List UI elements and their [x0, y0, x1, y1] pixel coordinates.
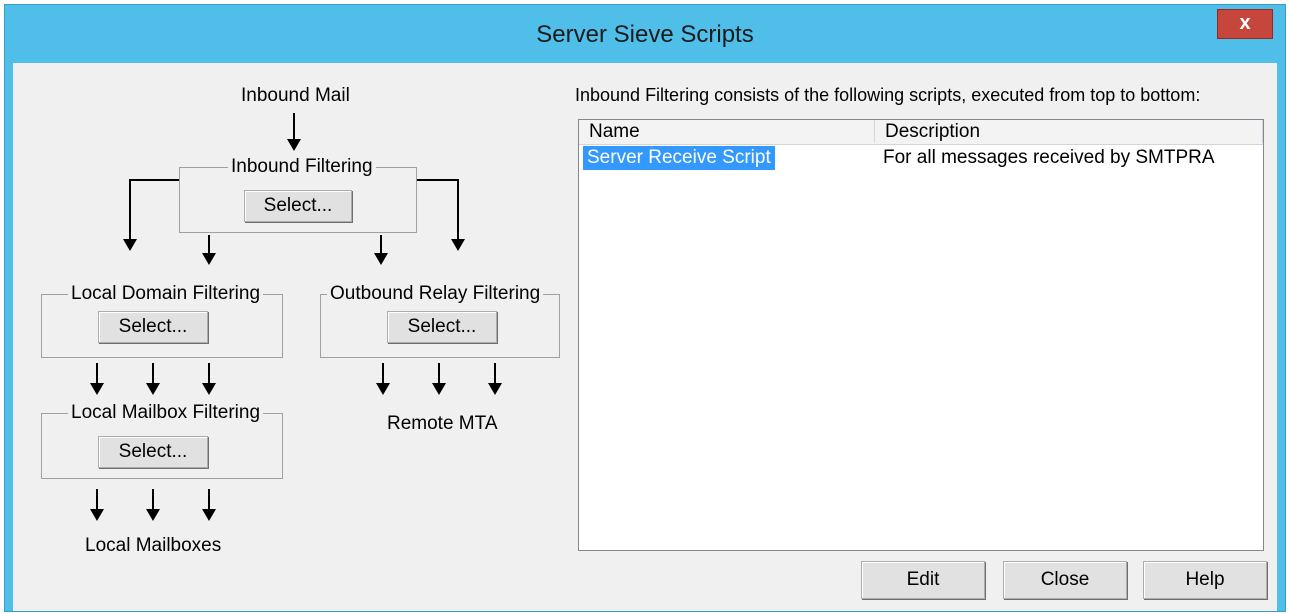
local-domain-filtering-title: Local Domain Filtering: [68, 283, 264, 305]
local-domain-filtering-select-button[interactable]: Select...: [98, 311, 208, 343]
remote-mta-label: Remote MTA: [387, 413, 498, 434]
arrow-down-icon: [374, 235, 388, 265]
arrow-down-icon: [376, 363, 390, 395]
arrow-down-icon: [123, 179, 137, 251]
arrow-down-icon: [146, 363, 160, 395]
arrow-down-icon: [202, 363, 216, 395]
dialog-window: Server Sieve Scripts x Inbound Mail Inbo…: [4, 4, 1286, 612]
outbound-relay-filtering-select-button[interactable]: Select...: [387, 311, 497, 343]
connector-line: [417, 179, 459, 181]
arrow-down-icon: [287, 113, 301, 151]
local-mailbox-filtering-group: Local Mailbox Filtering Select...: [41, 402, 283, 479]
help-button[interactable]: Help: [1143, 561, 1267, 599]
outbound-relay-filtering-title: Outbound Relay Filtering: [327, 283, 544, 305]
inbound-mail-label: Inbound Mail: [241, 85, 350, 106]
close-icon: x: [1239, 12, 1251, 34]
edit-button[interactable]: Edit: [861, 561, 985, 599]
column-header-description[interactable]: Description: [875, 120, 1263, 143]
connector-line: [129, 179, 179, 181]
inbound-filtering-group: Inbound Filtering Select...: [179, 156, 417, 233]
local-mailbox-filtering-title: Local Mailbox Filtering: [68, 402, 264, 424]
local-mailboxes-label: Local Mailboxes: [85, 535, 222, 556]
arrow-down-icon: [90, 363, 104, 395]
script-name-cell[interactable]: Server Receive Script: [583, 146, 775, 170]
table-row[interactable]: Server Receive Script For all messages r…: [579, 146, 1263, 170]
script-description-cell: For all messages received by SMTPRA: [883, 147, 1215, 168]
local-domain-filtering-group: Local Domain Filtering Select...: [41, 283, 283, 358]
dialog-client-area: Inbound Mail Inbound Filtering Select...…: [13, 63, 1277, 611]
column-header-name[interactable]: Name: [579, 120, 875, 143]
close-button[interactable]: Close: [1003, 561, 1127, 599]
arrow-down-icon: [90, 489, 104, 521]
outbound-relay-filtering-group: Outbound Relay Filtering Select...: [320, 283, 560, 358]
local-mailbox-filtering-select-button[interactable]: Select...: [98, 436, 208, 468]
inbound-filtering-title: Inbound Filtering: [228, 156, 376, 178]
close-window-button[interactable]: x: [1217, 9, 1273, 39]
arrow-down-icon: [146, 489, 160, 521]
list-header: Name Description: [579, 120, 1263, 145]
arrow-down-icon: [488, 363, 502, 395]
arrow-down-icon: [202, 489, 216, 521]
arrow-down-icon: [451, 179, 465, 251]
arrow-down-icon: [432, 363, 446, 395]
window-title: Server Sieve Scripts: [536, 21, 754, 48]
arrow-down-icon: [202, 235, 216, 265]
scripts-list[interactable]: Name Description Server Receive Script F…: [578, 119, 1264, 551]
scripts-heading: Inbound Filtering consists of the follow…: [575, 85, 1201, 105]
inbound-filtering-select-button[interactable]: Select...: [244, 190, 352, 222]
